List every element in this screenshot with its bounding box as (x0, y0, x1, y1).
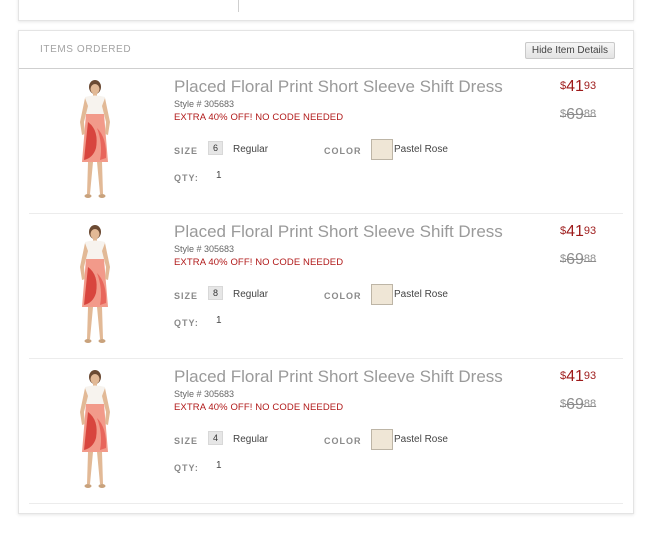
style-number: Style # 305683 (174, 389, 235, 399)
style-number: Style # 305683 (174, 99, 235, 109)
items-ordered-card: ITEMS ORDERED Hide Item Details Placed F… (18, 30, 634, 514)
order-item: Placed Floral Print Short Sleeve Shift D… (29, 69, 623, 214)
original-price-dollars: 69 (566, 106, 584, 123)
sale-price-cents: 93 (583, 80, 597, 92)
original-price-dollars: 69 (566, 251, 584, 268)
sale-price-symbol: $ (560, 225, 567, 237)
color-swatch (371, 284, 393, 305)
color-swatch (371, 429, 393, 450)
original-price-cents: 88 (583, 253, 597, 265)
hide-item-details-button[interactable]: Hide Item Details (524, 42, 615, 59)
color-name: Pastel Rose (394, 144, 448, 155)
product-name-link[interactable]: Placed Floral Print Short Sleeve Shift D… (174, 367, 503, 387)
sale-price-cents: 93 (583, 370, 597, 382)
original-price-dollars: 69 (566, 396, 584, 413)
sale-price-symbol: $ (560, 370, 567, 382)
promo-text: EXTRA 40% OFF! NO CODE NEEDED (174, 402, 344, 413)
product-name-link[interactable]: Placed Floral Print Short Sleeve Shift D… (174, 222, 503, 242)
color-swatch (371, 139, 393, 160)
sale-price-dollars: 41 (566, 78, 584, 95)
promo-text: EXTRA 40% OFF! NO CODE NEEDED (174, 112, 344, 123)
sale-price-dollars: 41 (566, 223, 584, 240)
column-divider (238, 0, 239, 12)
color-label: COLOR (324, 291, 362, 301)
original-price: $6988 (560, 106, 596, 124)
qty-label: QTY: (174, 318, 199, 328)
color-name: Pastel Rose (394, 289, 448, 300)
original-price-cents: 88 (583, 108, 597, 120)
product-thumbnail[interactable] (67, 78, 123, 204)
promo-text: EXTRA 40% OFF! NO CODE NEEDED (174, 257, 344, 268)
style-number: Style # 305683 (174, 244, 235, 254)
color-label: COLOR (324, 146, 362, 156)
original-price: $6988 (560, 251, 596, 269)
sale-price: $4193 (560, 223, 596, 241)
original-price: $6988 (560, 396, 596, 414)
size-value: 4 (208, 431, 223, 445)
size-label: SIZE (174, 436, 199, 446)
color-label: COLOR (324, 436, 362, 446)
sale-price: $4193 (560, 78, 596, 96)
qty-value: 1 (216, 315, 222, 326)
sale-price-symbol: $ (560, 80, 567, 92)
qty-label: QTY: (174, 463, 199, 473)
original-price-symbol: $ (560, 398, 567, 410)
size-value: 8 (208, 286, 223, 300)
original-price-symbol: $ (560, 253, 567, 265)
product-thumbnail[interactable] (67, 368, 123, 494)
size-type: Regular (233, 144, 269, 155)
order-item: Placed Floral Print Short Sleeve Shift D… (29, 359, 623, 504)
order-item: Placed Floral Print Short Sleeve Shift D… (29, 214, 623, 359)
items-ordered-title: ITEMS ORDERED (40, 44, 132, 55)
original-price-cents: 88 (583, 398, 597, 410)
sale-price-dollars: 41 (566, 368, 584, 385)
items-ordered-header: ITEMS ORDERED Hide Item Details (19, 31, 633, 69)
size-value: 6 (208, 141, 223, 155)
color-name: Pastel Rose (394, 434, 448, 445)
qty-value: 1 (216, 170, 222, 181)
qty-value: 1 (216, 460, 222, 471)
sale-price: $4193 (560, 368, 596, 386)
previous-section-card (18, 0, 634, 21)
size-label: SIZE (174, 146, 199, 156)
size-type: Regular (233, 289, 269, 300)
size-label: SIZE (174, 291, 199, 301)
product-name-link[interactable]: Placed Floral Print Short Sleeve Shift D… (174, 77, 503, 97)
product-thumbnail[interactable] (67, 223, 123, 349)
original-price-symbol: $ (560, 108, 567, 120)
sale-price-cents: 93 (583, 225, 597, 237)
size-type: Regular (233, 434, 269, 445)
qty-label: QTY: (174, 173, 199, 183)
